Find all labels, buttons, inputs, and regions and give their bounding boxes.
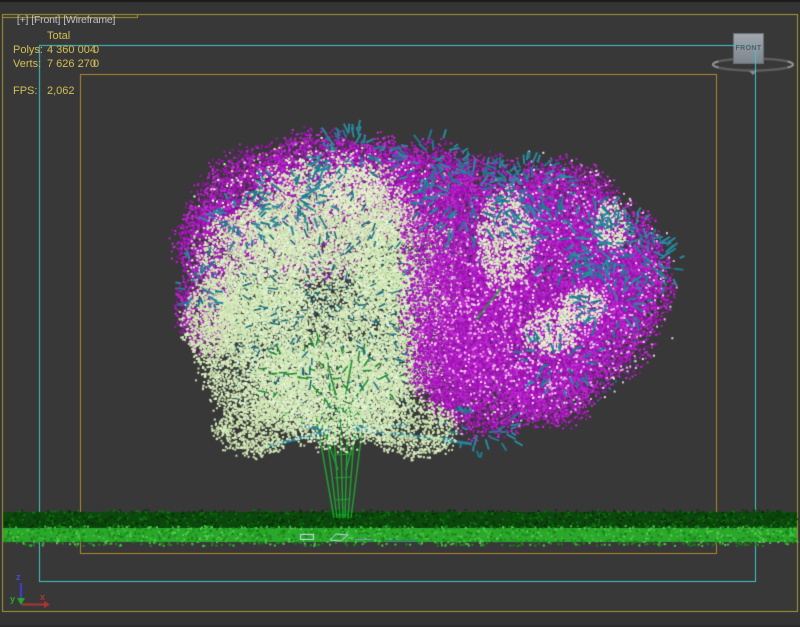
axis-x-label: x	[40, 592, 45, 602]
viewport-menu-shading[interactable]: [Wireframe]	[63, 14, 115, 26]
viewcube-front-face[interactable]: FRONT	[733, 33, 764, 64]
axis-z-label: z	[16, 572, 21, 582]
viewport-menu-view[interactable]: [Front]	[31, 14, 60, 26]
stats-polys-label: Polys:	[13, 44, 43, 56]
max-viewport-window: [+][Front][Wireframe] Total Polys: 4 360…	[0, 0, 800, 627]
stats-fps-value: 2,062	[47, 85, 75, 97]
stats-polys-value: 4 360 004	[47, 44, 96, 56]
axis-y-label: y	[10, 594, 15, 604]
stats-fps-label: FPS:	[13, 85, 37, 97]
stats-polys-selected: 0	[93, 44, 99, 56]
viewport-canvas[interactable]	[0, 0, 800, 627]
viewport-menu-general[interactable]: [+]	[17, 14, 28, 26]
stats-verts-value: 7 626 270	[47, 58, 96, 70]
stats-verts-label: Verts:	[13, 58, 41, 70]
stats-verts-selected: 0	[93, 58, 99, 70]
stats-header: Total	[47, 30, 70, 42]
